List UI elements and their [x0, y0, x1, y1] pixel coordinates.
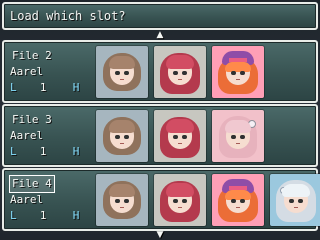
scroll-up-icon[interactable]: ▲	[150, 31, 170, 40]
red-hair-portrait	[154, 174, 206, 226]
pink-silver-hair-portrait	[212, 110, 264, 162]
white-hair-portrait	[270, 174, 320, 226]
character-name: Aarel	[10, 193, 44, 206]
slot-info: File 3 Aarel L 1 H 48	[10, 112, 116, 162]
orange-hair-portrait	[212, 174, 264, 226]
level-value: 1	[39, 209, 47, 222]
party-portraits	[96, 110, 264, 162]
brown-hair-portrait	[96, 46, 148, 98]
character-name: Aarel	[10, 129, 44, 142]
party-portraits	[96, 46, 264, 98]
slot-title: File 2	[12, 49, 52, 62]
party-portraits	[96, 174, 320, 226]
hp-label: H	[72, 145, 80, 158]
orange-hair-portrait	[212, 46, 264, 98]
brown-hair-portrait	[96, 110, 148, 162]
level-value: 1	[39, 145, 47, 158]
help-window: Load which slot?	[2, 2, 318, 30]
save-slot-file-3[interactable]: File 3 Aarel L 1 H 48	[2, 104, 318, 167]
character-name: Aarel	[10, 65, 44, 78]
load-game-screen: Load which slot? ▲ File 2 Aarel L 1 H 48	[0, 0, 320, 240]
help-text: Load which slot?	[10, 9, 126, 23]
slot-info: File 4 Aarel L 1 H 48	[9, 175, 116, 226]
level-label: L	[10, 145, 17, 158]
selected-slot-title: File 4	[9, 175, 55, 193]
save-slot-file-2[interactable]: File 2 Aarel L 1 H 48	[2, 40, 318, 103]
slot-info: File 2 Aarel L 1 H 48	[10, 48, 116, 98]
save-slot-file-4[interactable]: File 4 Aarel L 1 H 48	[2, 168, 320, 231]
hp-label: H	[72, 81, 80, 94]
hp-label: H	[72, 209, 80, 222]
brown-hair-portrait	[96, 174, 148, 226]
level-value: 1	[39, 81, 47, 94]
level-label: L	[10, 81, 17, 94]
red-hair-portrait	[154, 110, 206, 162]
red-hair-portrait	[154, 46, 206, 98]
scroll-down-icon[interactable]: ▼	[150, 231, 170, 240]
level-label: L	[10, 209, 17, 222]
slot-title: File 3	[12, 113, 52, 126]
